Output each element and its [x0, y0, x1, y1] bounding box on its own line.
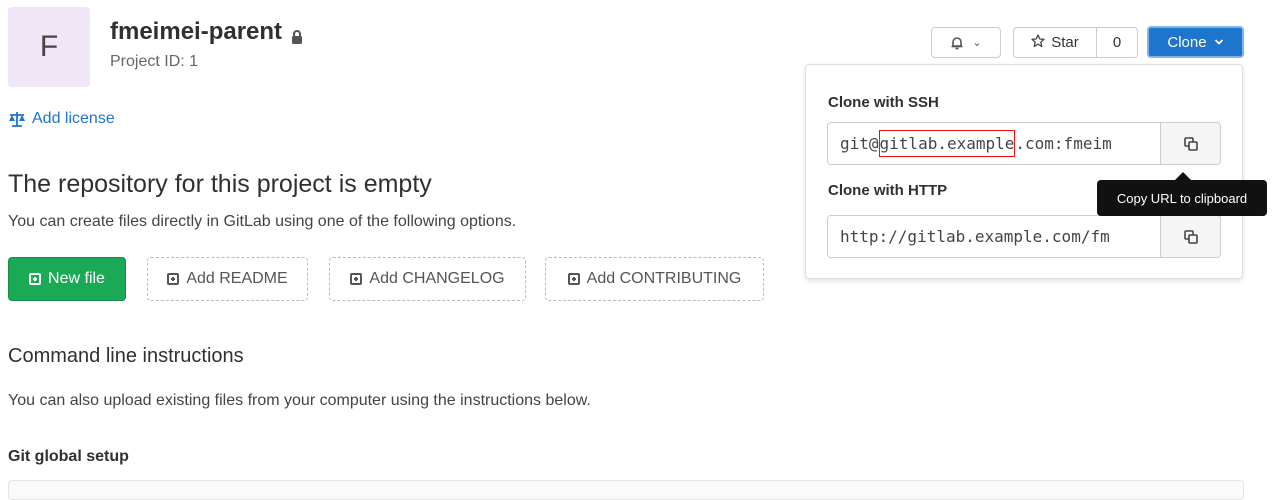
plus-square-icon — [29, 273, 42, 285]
add-changelog-label: Add CHANGELOG — [369, 270, 505, 287]
add-contributing-label: Add CONTRIBUTING — [586, 270, 742, 287]
clone-button[interactable]: Clone — [1147, 26, 1244, 58]
git-global-setup-title: Git global setup — [8, 448, 129, 465]
copy-ssh-url-button[interactable] — [1160, 123, 1220, 164]
plus-square-icon — [167, 273, 180, 285]
project-id: Project ID: 1 — [110, 53, 199, 70]
ssh-url-suffix: .com:fmeim — [1015, 134, 1112, 153]
tooltip-text: Copy URL to clipboard — [1116, 190, 1248, 206]
bell-icon — [950, 36, 964, 50]
copy-icon — [1183, 229, 1198, 244]
repo-empty-desc: You can create files directly in GitLab … — [8, 213, 517, 230]
plus-square-icon — [350, 273, 363, 285]
chevron-down-icon — [1214, 34, 1224, 51]
code-block — [8, 480, 1244, 500]
clone-http-group: http://gitlab.example.com/fm — [827, 215, 1221, 258]
clone-ssh-group: git@ gitlab.example .com:fmeim — [827, 122, 1221, 165]
star-label: Star — [1051, 34, 1079, 51]
copy-url-tooltip: Copy URL to clipboard — [1097, 172, 1267, 216]
star-count[interactable]: 0 — [1097, 28, 1137, 57]
add-license-link[interactable]: Add license — [8, 110, 115, 128]
scale-icon — [8, 111, 26, 127]
star-group: Star 0 — [1013, 27, 1138, 58]
plus-square-icon — [567, 273, 580, 285]
ssh-url-prefix: git@ — [840, 134, 879, 153]
add-changelog-button[interactable]: Add CHANGELOG — [329, 257, 526, 301]
new-file-label: New file — [48, 270, 105, 287]
copy-icon — [1183, 136, 1198, 151]
add-readme-button[interactable]: Add README — [147, 257, 308, 301]
lock-icon — [290, 24, 304, 44]
new-file-button[interactable]: New file — [8, 257, 126, 301]
add-readme-label: Add README — [186, 270, 288, 287]
project-name[interactable]: fmeimei-parent — [110, 18, 282, 46]
clone-ssh-label: Clone with SSH — [828, 94, 939, 111]
command-line-desc: You can also upload existing files from … — [8, 392, 591, 409]
ssh-url-highlight: gitlab.example — [878, 130, 1016, 157]
project-avatar: F — [8, 7, 90, 87]
command-line-title: Command line instructions — [8, 345, 244, 367]
clone-http-label: Clone with HTTP — [828, 182, 948, 199]
star-icon — [1031, 33, 1045, 52]
add-license-label[interactable]: Add license — [32, 110, 115, 128]
star-button[interactable]: Star — [1014, 28, 1097, 57]
clone-ssh-input[interactable]: git@ gitlab.example .com:fmeim — [828, 123, 1160, 164]
chevron-down-icon: ⌄ — [972, 37, 982, 49]
notification-dropdown-button[interactable]: ⌄ — [931, 27, 1001, 58]
clone-http-input[interactable]: http://gitlab.example.com/fm — [828, 216, 1160, 257]
clone-label: Clone — [1167, 33, 1207, 51]
repo-empty-title: The repository for this project is empty — [8, 170, 432, 198]
add-contributing-button[interactable]: Add CONTRIBUTING — [545, 257, 764, 301]
project-title[interactable]: fmeimei-parent — [110, 18, 304, 46]
copy-http-url-button[interactable] — [1160, 216, 1220, 257]
avatar-letter: F — [39, 30, 59, 63]
